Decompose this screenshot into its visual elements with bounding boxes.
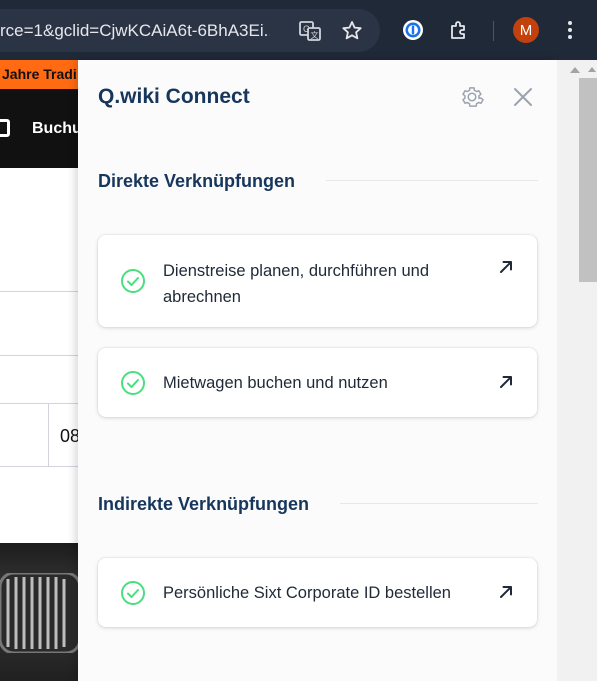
toolbar-divider <box>493 21 494 41</box>
kebab-menu-icon[interactable] <box>557 17 583 43</box>
background-page: Jahre Tradi Buchu 08 <box>0 60 80 681</box>
link-card-sixt-corporate-id[interactable]: Persönliche Sixt Corporate ID bestellen <box>98 558 537 627</box>
divider <box>0 355 80 356</box>
promo-text: Jahre Tradi <box>2 66 77 82</box>
check-circle-icon <box>120 580 146 606</box>
section-divider <box>340 503 538 504</box>
check-circle-icon <box>120 268 146 294</box>
gear-icon <box>459 84 485 115</box>
divider <box>0 466 80 467</box>
url-text[interactable]: rce=1&gclid=CjwKCAiA6t-6BhA3Ei... <box>0 21 270 41</box>
star-icon[interactable] <box>340 19 364 43</box>
page-scrollbar[interactable] <box>557 60 597 681</box>
section-heading-direct: Direkte Verknüpfungen <box>98 171 296 191</box>
qwiki-side-panel: Q.wiki Connect Direkte Verknüpfungen Die… <box>78 60 557 681</box>
table-cell: 08 <box>60 426 80 446</box>
settings-button[interactable] <box>458 85 486 113</box>
open-external-icon[interactable] <box>497 373 515 391</box>
promo-banner: Jahre Tradi <box>0 60 80 89</box>
browser-toolbar: rce=1&gclid=CjwKCAiA6t-6BhA3Ei... G文 M <box>0 0 597 60</box>
site-navbar: Buchu <box>0 89 80 168</box>
panel-title: Q.wiki Connect <box>98 85 250 108</box>
link-label: Dienstreise planen, durchführen und <box>163 262 430 280</box>
open-external-icon[interactable] <box>497 258 515 276</box>
extensions-icon[interactable] <box>446 17 472 43</box>
scrollbar-thumb[interactable] <box>579 78 597 282</box>
open-external-icon[interactable] <box>497 583 515 601</box>
car-photo <box>0 543 80 681</box>
link-label: abrechnen <box>163 288 241 306</box>
table-column-divider <box>48 403 49 466</box>
car-icon[interactable] <box>0 119 10 137</box>
link-label: Persönliche Sixt Corporate ID bestellen <box>163 584 451 602</box>
close-icon <box>512 86 534 113</box>
section-heading-indirect: Indirekte Verknüpfungen <box>98 494 310 514</box>
password-manager-icon[interactable] <box>400 17 426 43</box>
scroll-up-arrow-icon[interactable] <box>588 67 596 72</box>
check-circle-icon <box>120 370 146 396</box>
translate-icon[interactable]: G文 <box>298 19 322 43</box>
scroll-up-arrow-icon[interactable] <box>570 67 580 73</box>
link-label: Mietwagen buchen und nutzen <box>163 374 388 392</box>
profile-avatar[interactable]: M <box>513 17 539 43</box>
divider <box>0 291 80 292</box>
svg-text:文: 文 <box>311 30 319 40</box>
section-divider <box>326 180 538 181</box>
close-button[interactable] <box>509 85 537 113</box>
link-card-mietwagen[interactable]: Mietwagen buchen und nutzen <box>98 348 537 417</box>
address-bar[interactable]: rce=1&gclid=CjwKCAiA6t-6BhA3Ei... G文 <box>0 9 380 52</box>
divider <box>0 403 80 404</box>
link-card-dienstreise[interactable]: Dienstreise planen, durchführen und abre… <box>98 235 537 327</box>
nav-link-booking[interactable]: Buchu <box>32 120 80 138</box>
